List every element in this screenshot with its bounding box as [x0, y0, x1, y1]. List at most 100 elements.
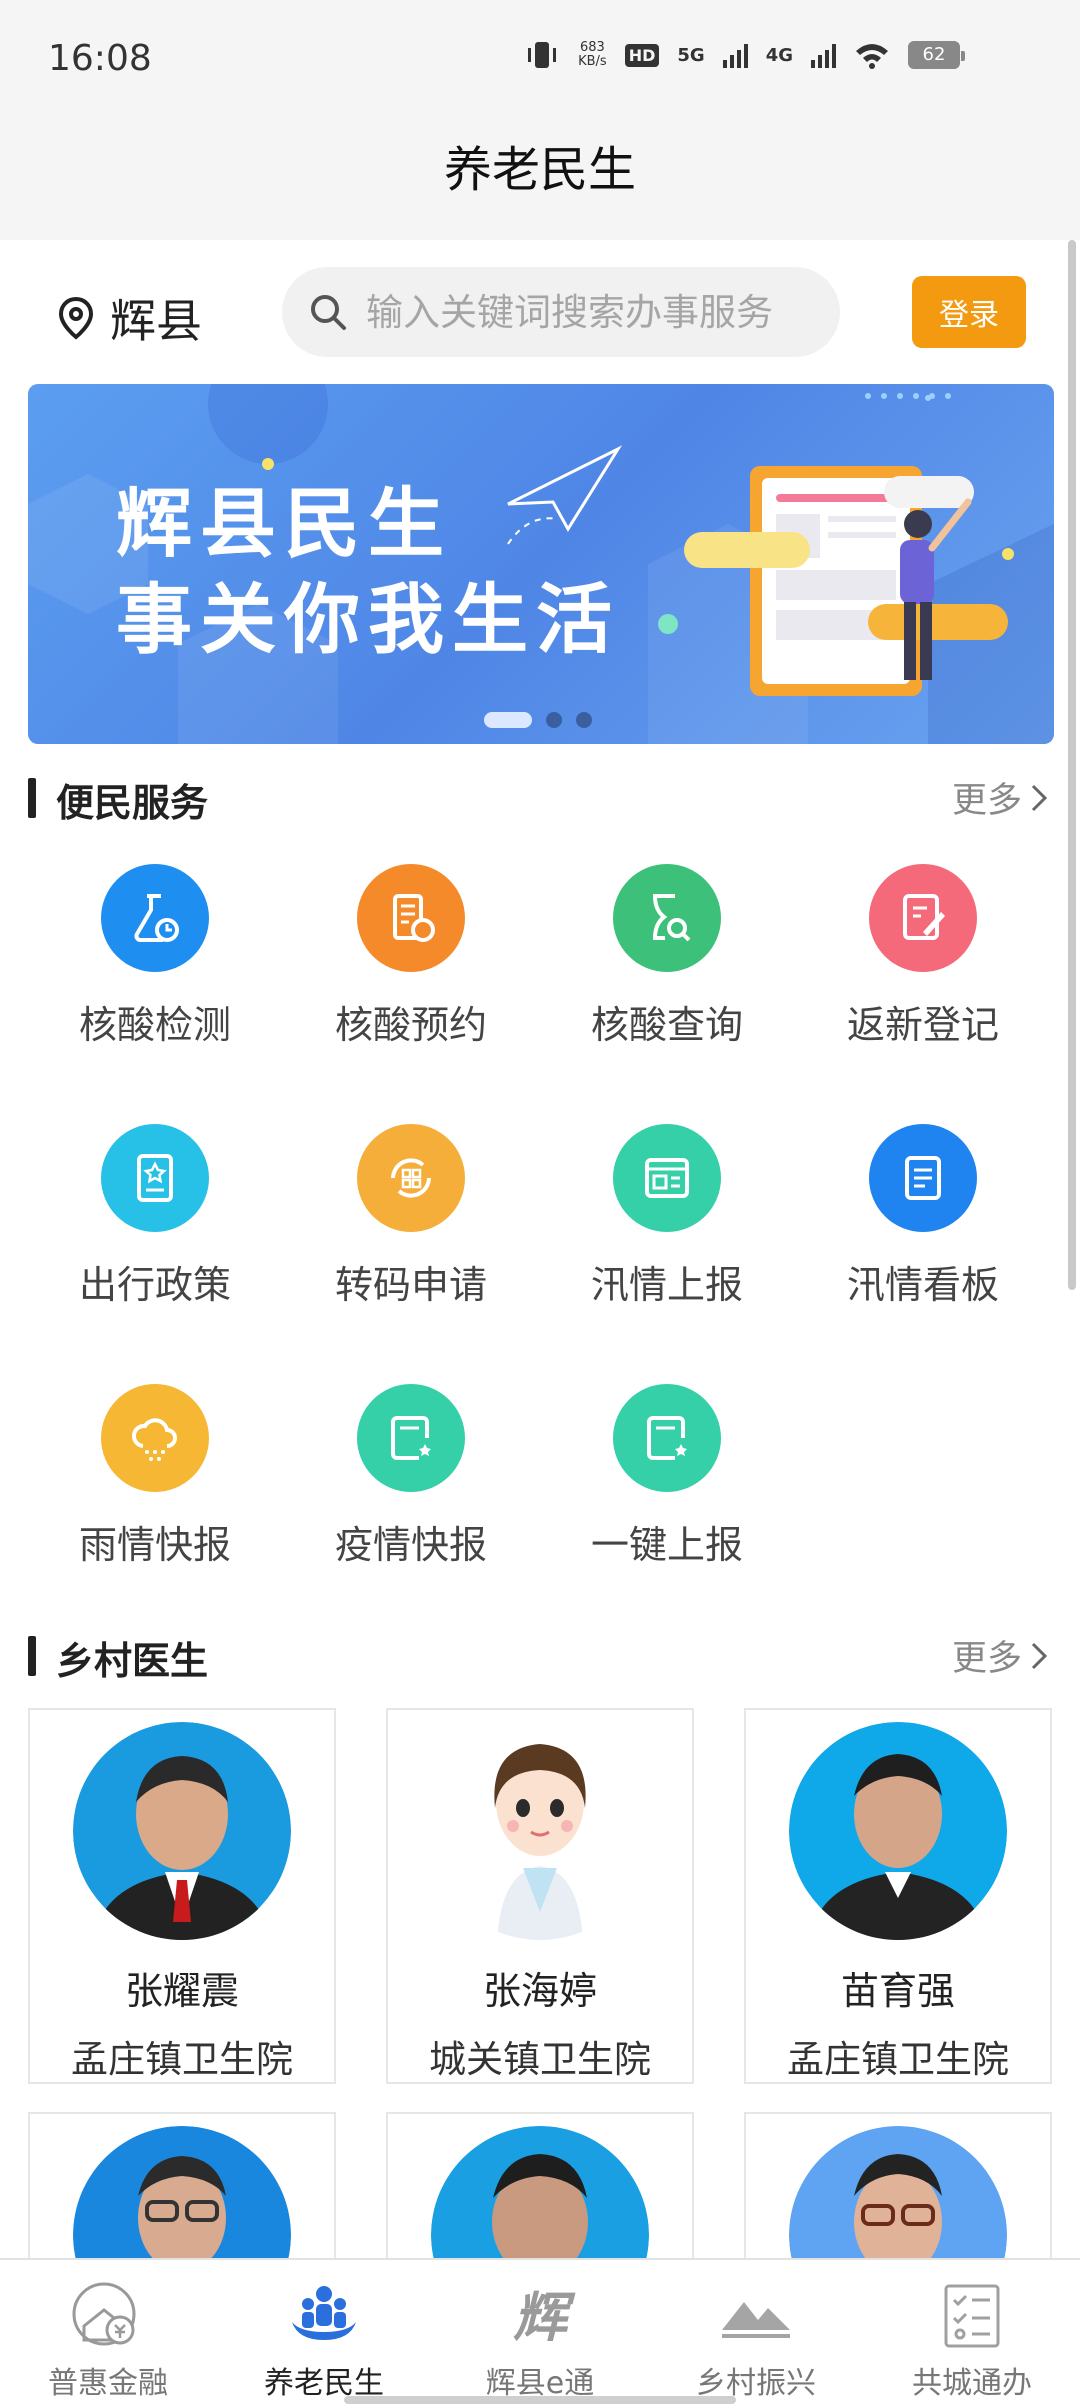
- report-star-icon: [613, 1384, 721, 1492]
- service-rain-report[interactable]: 雨情快报: [55, 1384, 255, 1569]
- carousel-dot[interactable]: [546, 712, 562, 728]
- doctor-organization: 城关镇卫生院: [429, 2038, 651, 2081]
- login-button[interactable]: 登录: [912, 276, 1026, 348]
- signal-icon: [722, 42, 748, 68]
- service-flood-report[interactable]: 汛情上报: [567, 1124, 767, 1309]
- service-nucleic-query[interactable]: 核酸查询: [567, 864, 767, 1049]
- service-nucleic-booking[interactable]: 核酸预约: [311, 864, 511, 1049]
- checklist-icon: [864, 2274, 1080, 2358]
- service-nucleic-test[interactable]: 核酸检测: [55, 864, 255, 1049]
- net-speed: 683 KB/s: [578, 40, 607, 69]
- doctor-name: 苗育强: [840, 1969, 955, 2013]
- nav-item-rural-revitalization[interactable]: 乡村振兴: [648, 2260, 864, 2408]
- service-label: 一键上报: [590, 1523, 743, 1567]
- section-marker: [28, 1636, 36, 1676]
- doctors-title: 乡村医生: [56, 1639, 209, 1683]
- more-label: 更多: [951, 781, 1022, 821]
- doctor-card[interactable]: 张耀震 孟庄镇卫生院: [28, 1708, 336, 2084]
- battery-icon: 62: [908, 41, 965, 69]
- location-city: 辉县: [110, 294, 202, 348]
- service-label: 汛情上报: [590, 1263, 743, 1307]
- doctor-organization: 孟庄镇卫生院: [71, 2038, 293, 2081]
- building-clock-icon: [357, 864, 465, 972]
- doctor-card[interactable]: [28, 2112, 336, 2344]
- service-return-register[interactable]: 返新登记: [823, 864, 1023, 1049]
- carousel-indicator: [484, 712, 592, 728]
- svg-text:辉: 辉: [513, 2286, 576, 2349]
- doctor-card[interactable]: 苗育强 孟庄镇卫生院: [744, 1708, 1052, 2084]
- signal-5g-label: 5G: [677, 44, 705, 66]
- signal-4g-label: 4G: [765, 44, 793, 66]
- code-switch-icon: [357, 1124, 465, 1232]
- service-code-transfer[interactable]: 转码申请: [311, 1124, 511, 1309]
- carousel-dot[interactable]: [576, 712, 592, 728]
- hd-badge: HD: [624, 43, 660, 67]
- banner-headline: 辉县民生 事关你我生活: [116, 476, 620, 668]
- location-selector[interactable]: 辉县: [56, 285, 202, 351]
- bottom-navigation: 普惠金融 养老民生 辉 辉县e通 乡村振兴 共城通办: [0, 2258, 1080, 2408]
- services-title: 便民服务: [56, 781, 209, 825]
- mountains-icon: [648, 2274, 864, 2358]
- location-pin-icon: [58, 296, 94, 340]
- status-icons: 683 KB/s HD 5G 4G 62: [524, 40, 965, 70]
- lab-flask-icon: [101, 864, 209, 972]
- home-indicator[interactable]: [344, 2396, 736, 2404]
- nav-label: 普惠金融: [48, 2366, 168, 2401]
- doctor-card[interactable]: [744, 2112, 1052, 2344]
- more-label: 更多: [951, 1639, 1022, 1679]
- doctor-card[interactable]: 张海婷 城关镇卫生院: [386, 1708, 694, 2084]
- page-title: 养老民生: [443, 142, 636, 198]
- service-epidemic-report[interactable]: 疫情快报: [311, 1384, 511, 1569]
- board-document-icon: [869, 1124, 977, 1232]
- nav-item-finance[interactable]: 普惠金融: [0, 2260, 216, 2408]
- nav-label: 共城通办: [912, 2366, 1032, 2401]
- search-bar[interactable]: [282, 267, 840, 357]
- doctor-organization: 孟庄镇卫生院: [787, 2038, 1009, 2081]
- status-bar: 16:08 683 KB/s HD 5G 4G 62: [0, 0, 1080, 120]
- services-more-link[interactable]: 更多: [952, 772, 1048, 823]
- section-marker: [28, 778, 36, 818]
- people-hands-icon: [216, 2274, 432, 2358]
- doctor-avatar: [789, 1722, 1007, 1940]
- wifi-icon: [856, 44, 888, 69]
- doctors-more-link[interactable]: 更多: [952, 1630, 1048, 1681]
- search-icon: [311, 295, 346, 330]
- banner-line-1: 辉县民生: [116, 479, 452, 568]
- service-label: 核酸查询: [590, 1003, 743, 1047]
- title-bar: 养老民生: [0, 120, 1080, 240]
- services-section-header: 便民服务 更多: [28, 772, 1054, 825]
- doctor-card[interactable]: [386, 2112, 694, 2344]
- doctor-avatar: [431, 1722, 649, 1940]
- nav-item-huixian-etong[interactable]: 辉 辉县e通: [432, 2260, 648, 2408]
- doctor-name: 张耀震: [124, 1969, 239, 2013]
- nav-item-elderly-livelihood[interactable]: 养老民生: [216, 2260, 432, 2408]
- rain-cloud-icon: [101, 1384, 209, 1492]
- vibrate-icon: [528, 42, 557, 68]
- service-label: 出行政策: [78, 1263, 231, 1307]
- scrollbar[interactable]: [1068, 240, 1076, 1290]
- hourglass-search-icon: [613, 864, 721, 972]
- hui-logo-icon: 辉: [432, 2274, 648, 2358]
- service-label: 汛情看板: [846, 1263, 999, 1307]
- service-label: 核酸检测: [78, 1003, 231, 1047]
- service-flood-board[interactable]: 汛情看板: [823, 1124, 1023, 1309]
- edit-note-icon: [869, 864, 977, 972]
- carousel-dot[interactable]: [484, 712, 532, 728]
- banner-line-2: 事关你我生活: [116, 575, 620, 664]
- service-label: 返新登记: [846, 1003, 999, 1047]
- chevron-right-icon: [1031, 1642, 1048, 1669]
- service-label: 疫情快报: [334, 1523, 487, 1567]
- doctors-section-header: 乡村医生 更多: [28, 1630, 1054, 1683]
- report-star-icon: [357, 1384, 465, 1492]
- banner-carousel[interactable]: 辉县民生 事关你我生活: [28, 384, 1054, 744]
- service-travel-policy[interactable]: 出行政策: [55, 1124, 255, 1309]
- service-label: 转码申请: [334, 1263, 487, 1307]
- nav-item-city-services[interactable]: 共城通办: [864, 2260, 1080, 2408]
- search-input[interactable]: [366, 290, 826, 334]
- news-window-icon: [613, 1124, 721, 1232]
- service-one-click-report[interactable]: 一键上报: [567, 1384, 767, 1569]
- doctor-name: 张海婷: [482, 1969, 597, 2013]
- service-label: 核酸预约: [334, 1003, 487, 1047]
- doctor-avatar: [73, 1722, 291, 1940]
- policy-document-icon: [101, 1124, 209, 1232]
